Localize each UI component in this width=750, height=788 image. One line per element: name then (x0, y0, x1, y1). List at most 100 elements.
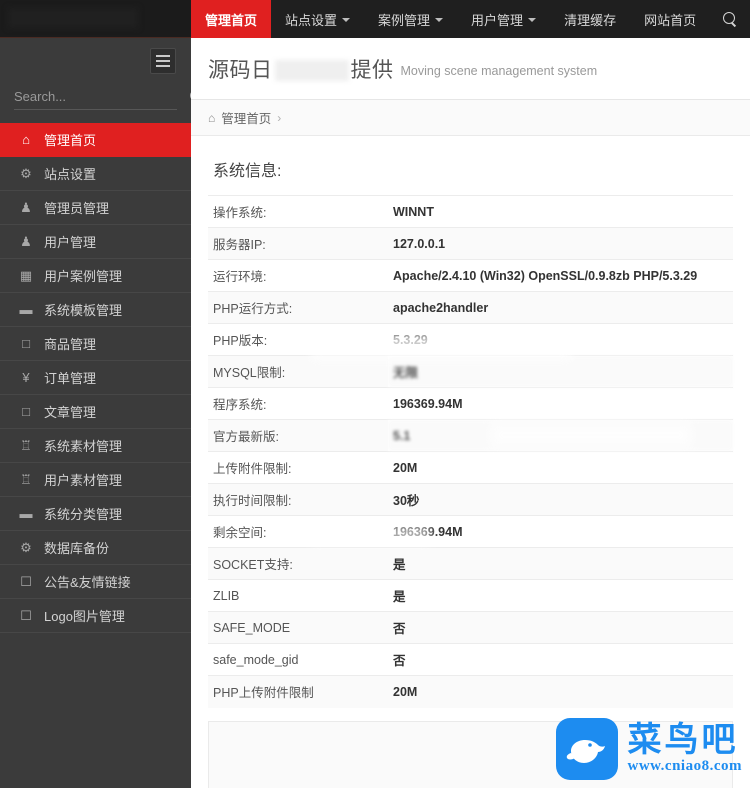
hamburger-bar (156, 55, 170, 57)
table-row: 剩余空间: 196369.94M (208, 515, 733, 548)
nav-item-3[interactable]: 用户管理 (457, 0, 550, 38)
hamburger-bar (156, 60, 170, 62)
briefcase-icon: ▬ (19, 302, 33, 317)
row-value: apache2handler (388, 291, 733, 324)
sidebar-item-label: Logo图片管理 (44, 609, 125, 624)
sidebar-item-10[interactable]: ♖ 用户素材管理 (0, 463, 191, 497)
row-value: 无限 (388, 355, 733, 388)
chevron-right-icon: › (277, 110, 282, 125)
table-row: SOCKET支持: 是 (208, 547, 733, 580)
page-header: 源码日 提供 Moving scene management system (191, 38, 750, 100)
sidebar-item-0[interactable]: ⌂ 管理首页 (0, 123, 200, 157)
sidebar-item-9[interactable]: ♖ 系统素材管理 (0, 429, 191, 463)
table-row: 操作系统: WINNT (208, 195, 733, 228)
home-icon: ⌂ (22, 132, 30, 147)
row-key: 操作系统: (208, 195, 388, 228)
sidebar-item-2[interactable]: ♟ 管理员管理 (0, 191, 191, 225)
box-caret-icon: □ (22, 404, 30, 419)
sidebar-item-label: 管理首页 (44, 133, 97, 148)
secondary-panel (208, 720, 733, 788)
sidebar-item-label: 管理员管理 (44, 201, 110, 216)
nav-item-label: 用户管理 (471, 12, 524, 28)
row-key: MYSQL限制: (208, 355, 388, 388)
nav-item-5[interactable]: 网站首页 (630, 0, 710, 38)
row-key: ZLIB (208, 579, 388, 612)
sidebar-item-5[interactable]: ▬ 系统模板管理 (0, 293, 191, 327)
sidebar-item-3[interactable]: ♟ 用户管理 (0, 225, 191, 259)
nav-search-button[interactable] (710, 0, 750, 38)
briefcase-icon: ▬ (19, 506, 33, 521)
sidebar-item-8[interactable]: □ 文章管理 (0, 395, 191, 429)
nav-item-2[interactable]: 案例管理 (364, 0, 457, 38)
sidebar-item-12[interactable]: ⚙ 数据库备份 (0, 531, 191, 565)
table-row: safe_mode_gid 否 (208, 643, 733, 676)
page-title: 源码日 提供 (208, 54, 394, 84)
yen-icon: ¥ (22, 370, 30, 385)
row-value: 20M (388, 675, 733, 708)
row-value: 5.1 (388, 419, 733, 452)
sidebar-item-label: 公告&友情链接 (44, 575, 131, 590)
hamburger-bar (156, 65, 170, 67)
sidebar-item-label: 系统素材管理 (44, 439, 123, 454)
nav-item-1[interactable]: 站点设置 (271, 0, 364, 38)
nav-item-label: 案例管理 (378, 12, 431, 28)
search-input[interactable] (14, 89, 190, 104)
sidebar-item-label: 站点设置 (44, 167, 97, 182)
sidebar-item-11[interactable]: ▬ 系统分类管理 (0, 497, 191, 531)
table-row: ZLIB 是 (208, 579, 733, 612)
row-value: Apache/2.4.10 (Win32) OpenSSL/0.9.8zb PH… (388, 259, 733, 292)
nav-item-4[interactable]: 清理缓存 (550, 0, 630, 38)
grid-icon: ▦ (19, 268, 33, 283)
sidebar-item-14[interactable]: ☐ Logo图片管理 (0, 599, 191, 633)
content-area: 源码日 提供 Moving scene management system ⌂ 管… (191, 38, 750, 788)
sidebar-item-label: 用户管理 (44, 235, 97, 250)
table-row: PHP运行方式: apache2handler (208, 291, 733, 324)
chevron-down-icon (528, 18, 537, 22)
system-info-panel: 系统信息: 操作系统: WINNT 服务器IP: 127.0.0.1 运行环境: Apac… (191, 136, 750, 708)
row-value: WINNT (388, 195, 733, 228)
sidebar-item-label: 文章管理 (44, 405, 97, 420)
row-value: 20M (388, 451, 733, 484)
row-value: 127.0.0.1 (388, 227, 733, 260)
row-key: 服务器IP: (208, 227, 388, 260)
sidebar-item-4[interactable]: ▦ 用户案例管理 (0, 259, 191, 293)
breadcrumb: ⌂ 管理首页 › (191, 100, 750, 136)
row-key: 上传附件限制: (208, 451, 388, 484)
title-redaction (274, 60, 349, 82)
sidebar-item-1[interactable]: ⚙ 站点设置 (0, 157, 191, 191)
page-title-suffix: 提供 (350, 58, 394, 82)
table-row: 执行时间限制: 30秒 (208, 483, 733, 516)
table-row: 官方最新版: 5.1 (208, 419, 733, 452)
row-key: SOCKET支持: (208, 547, 388, 580)
sidebar-item-7[interactable]: ¥ 订单管理 (0, 361, 191, 395)
row-key: SAFE_MODE (208, 611, 388, 644)
table-row: SAFE_MODE 否 (208, 611, 733, 644)
sidebar-toggle-button[interactable] (150, 48, 176, 74)
sidebar-logo[interactable] (0, 0, 191, 38)
row-value: 否 (388, 643, 733, 676)
row-key: 剩余空间: (208, 515, 388, 548)
sidebar-item-13[interactable]: ☐ 公告&友情链接 (0, 565, 191, 599)
sidebar-item-label: 用户案例管理 (44, 269, 123, 284)
row-value: 30秒 (388, 483, 733, 516)
logo-redaction (8, 8, 138, 28)
table-row: 程序系统: 196369.94M (208, 387, 733, 420)
gears-icon: ⚙ (20, 166, 32, 181)
sidebar-item-6[interactable]: □ 商品管理 (0, 327, 191, 361)
row-key: 程序系统: (208, 387, 388, 420)
bookmark-icon: ☐ (20, 608, 32, 623)
row-key: safe_mode_gid (208, 643, 388, 676)
panel-title: 系统信息: (213, 163, 282, 180)
row-key: PHP版本: (208, 323, 388, 356)
nav-item-label: 网站首页 (644, 12, 697, 28)
home-icon: ⌂ (208, 110, 216, 125)
row-key: PHP上传附件限制 (208, 675, 388, 708)
page-title-prefix: 源码日 (208, 58, 273, 82)
row-value: 5.3.29 (388, 323, 733, 356)
breadcrumb-item[interactable]: 管理首页 (221, 108, 271, 127)
nav-item-label: 清理缓存 (564, 12, 617, 28)
user-icon: ♟ (20, 234, 32, 249)
system-info-table: 操作系统: WINNT 服务器IP: 127.0.0.1 运行环境: Apache/2.4… (208, 195, 733, 708)
nav-item-0[interactable]: 管理首页 (191, 0, 272, 44)
sidebar-search[interactable] (14, 84, 201, 110)
